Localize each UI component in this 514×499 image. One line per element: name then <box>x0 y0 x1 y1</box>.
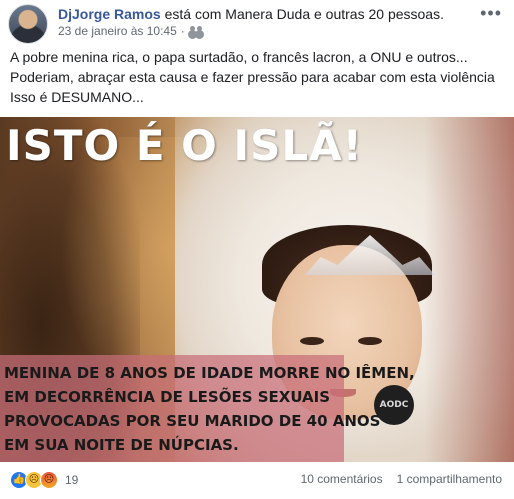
image-caption-line: em decorrência de lesões sexuais <box>4 388 331 406</box>
more-options-icon[interactable]: ••• <box>480 4 502 22</box>
photo-background-right <box>424 117 514 462</box>
photo-eye-right <box>358 337 382 345</box>
image-logo: AODC <box>374 385 414 425</box>
post-footer: 👍 ☹ ☹ 19 10 comentários 1 compartilhamen… <box>0 462 514 499</box>
post-body: A pobre menina rica, o papa surtadão, o … <box>10 47 504 107</box>
image-logo-text: AODC <box>379 399 409 410</box>
post-stats: 10 comentários 1 compartilhamento <box>301 472 502 486</box>
angry-icon[interactable]: ☹ <box>40 471 58 489</box>
author-name-link[interactable]: DjJorge Ramos <box>58 6 161 22</box>
post-image[interactable]: ISTO É O ISLÃ! Menina de 8 anos de idade… <box>0 117 514 462</box>
post-text-line: Isso é DESUMANO... <box>10 89 144 105</box>
image-caption: Menina de 8 anos de idade morre no Iêmen… <box>4 361 415 457</box>
tagged-people-text[interactable]: está com Manera Duda e outras 20 pessoas… <box>165 6 444 22</box>
friends-audience-icon[interactable] <box>189 26 203 36</box>
image-caption-line: Menina de 8 anos de idade morre no Iêmen… <box>4 364 415 382</box>
shares-count-link[interactable]: 1 compartilhamento <box>397 472 502 486</box>
author-avatar[interactable] <box>8 4 48 44</box>
post-timestamp-link[interactable]: 23 de janeiro às 10:45 <box>58 24 177 38</box>
reactions-summary[interactable]: 👍 ☹ ☹ 19 <box>10 471 78 489</box>
photo-eye-left <box>300 337 324 345</box>
image-headline: ISTO É O ISLÃ! <box>6 121 363 170</box>
reaction-count[interactable]: 19 <box>65 473 78 487</box>
image-caption-line: provocadas por seu marido de 40 anos <box>4 412 381 430</box>
post-meta: 23 de janeiro às 10:45 · <box>58 24 203 38</box>
comments-count-link[interactable]: 10 comentários <box>301 472 383 486</box>
post-text-line: Poderiam, abraçar esta causa e fazer pre… <box>10 69 495 85</box>
image-caption-line: em sua noite de núpcias. <box>4 436 239 454</box>
post-header: DjJorge Ramos está com Manera Duda e out… <box>58 5 444 23</box>
feed-post: DjJorge Ramos está com Manera Duda e out… <box>0 0 514 499</box>
meta-separator: · <box>180 24 185 38</box>
post-text-line: A pobre menina rica, o papa surtadão, o … <box>10 49 468 65</box>
